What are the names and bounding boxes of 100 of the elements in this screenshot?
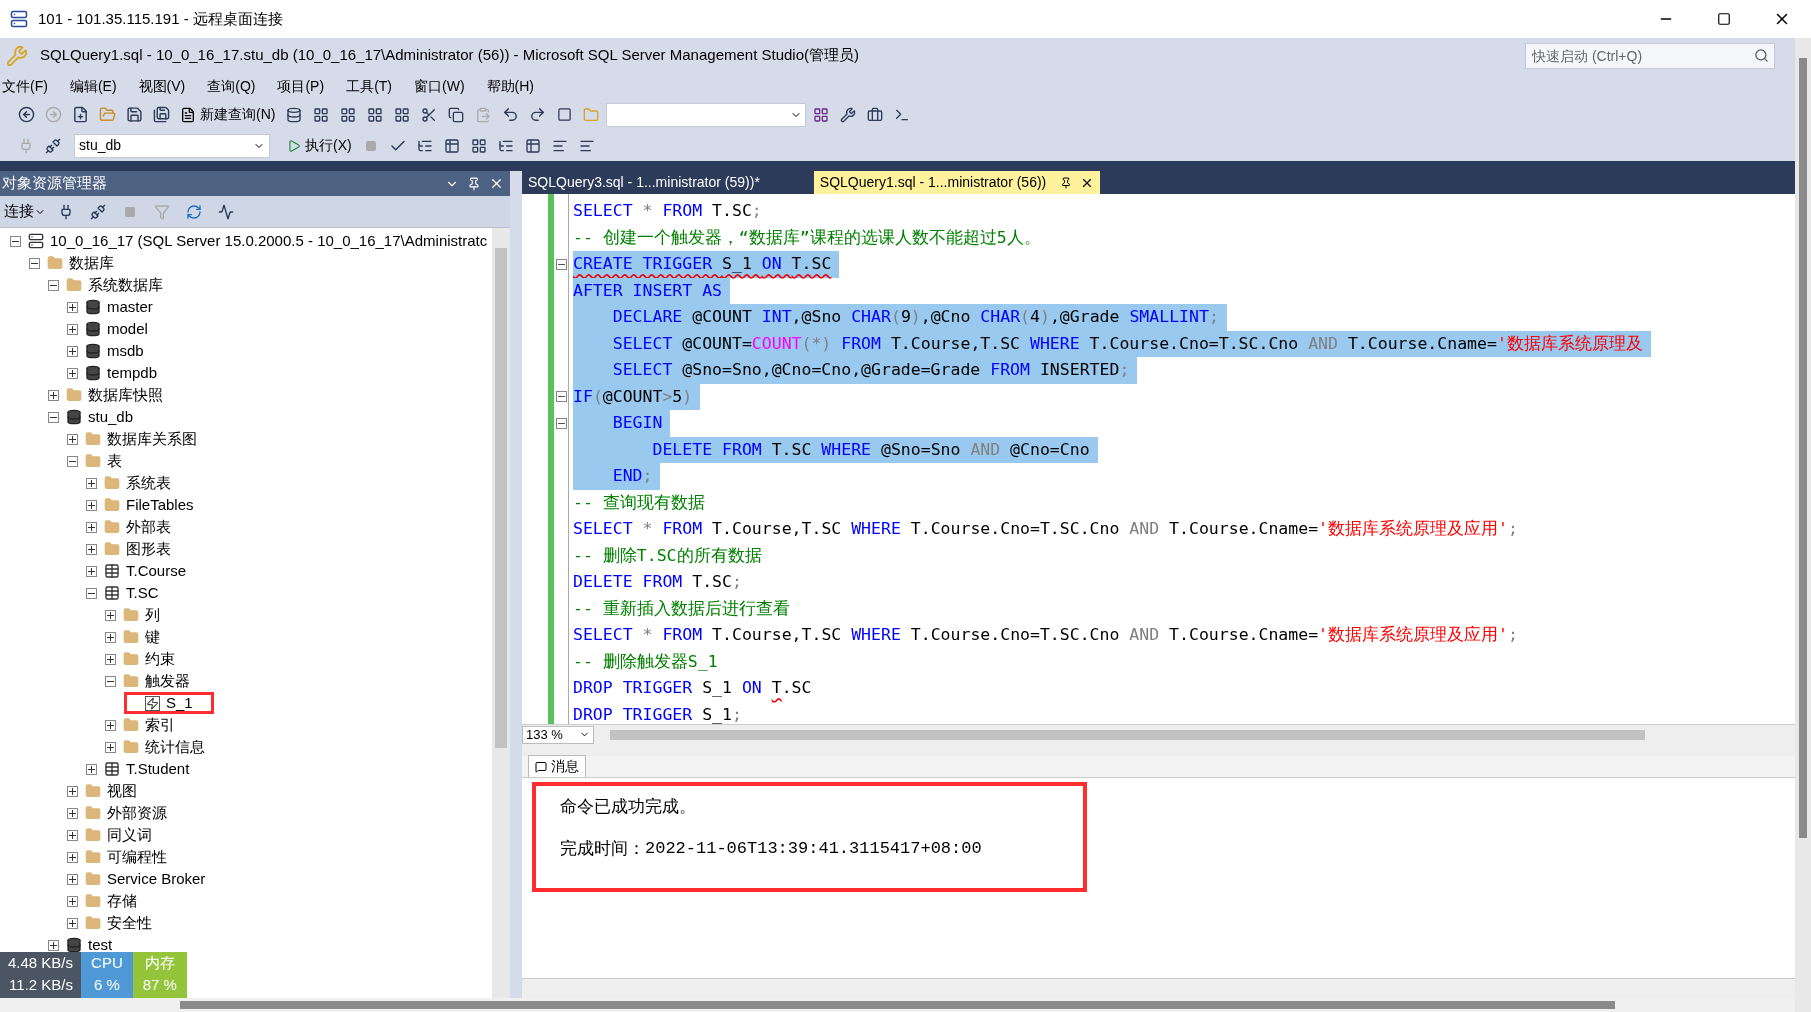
- tree-item[interactable]: 约束: [145, 647, 175, 671]
- database-icon: [66, 937, 82, 953]
- connect-button[interactable]: 连接: [4, 200, 46, 223]
- expand-toggle[interactable]: [67, 829, 78, 841]
- expand-toggle[interactable]: [67, 301, 78, 313]
- fold-toggle[interactable]: [555, 417, 567, 429]
- menu-item[interactable]: 文件(F): [2, 75, 48, 97]
- tree-item[interactable]: T.Student: [126, 757, 190, 781]
- expand-toggle[interactable]: [105, 653, 116, 665]
- expand-toggle[interactable]: [67, 917, 78, 929]
- menu-item[interactable]: 编辑(E): [69, 75, 117, 97]
- scrollbar[interactable]: [492, 228, 510, 998]
- code-line: SELECT * FROM T.Course,T.SC WHERE T.Course.Cno=T.SC.Cno AND T.Course.Cname='数据库系统原理及应用';: [573, 518, 1519, 540]
- maximize-icon[interactable]: [1717, 12, 1731, 26]
- menu-item[interactable]: 窗口(W): [414, 75, 465, 97]
- tree-item[interactable]: 表: [107, 449, 122, 473]
- document-tab[interactable]: SQLQuery1.sql - 1...ministrator (56)): [813, 171, 1101, 194]
- tree-item[interactable]: 图形表: [126, 537, 171, 561]
- tree-item[interactable]: 数据库快照: [88, 383, 163, 407]
- expand-toggle[interactable]: [67, 807, 78, 819]
- tree-item[interactable]: 安全性: [107, 911, 152, 935]
- tree-item[interactable]: msdb: [107, 339, 144, 363]
- tree-item[interactable]: tempdb: [107, 361, 158, 385]
- quick-launch-field[interactable]: 快速启动 (Ctrl+Q): [1525, 42, 1775, 69]
- tree-item[interactable]: 10_0_16_17 (SQL Server 15.0.2000.5 - 10_0_16_17\Administratc: [50, 229, 488, 253]
- pin-icon[interactable]: [1060, 176, 1073, 189]
- folder-icon: [85, 805, 101, 821]
- tree-item[interactable]: 键: [145, 625, 160, 649]
- menu-item[interactable]: 工具(T): [346, 75, 392, 97]
- collapse-toggle[interactable]: [67, 455, 78, 467]
- collapse-toggle[interactable]: [29, 257, 40, 269]
- expand-toggle[interactable]: [67, 433, 78, 445]
- expand-toggle[interactable]: [67, 323, 78, 335]
- collapse-toggle[interactable]: [86, 587, 97, 599]
- expand-toggle[interactable]: [105, 741, 116, 753]
- expand-toggle[interactable]: [48, 939, 59, 951]
- tree-item[interactable]: 系统数据库: [88, 273, 163, 297]
- expand-toggle[interactable]: [67, 873, 78, 885]
- zoom-dropdown[interactable]: 133 %: [522, 725, 594, 744]
- menu-item[interactable]: 项目(P): [277, 75, 325, 97]
- tree-item[interactable]: 外部表: [126, 515, 171, 539]
- tree-item[interactable]: 存储: [107, 889, 137, 913]
- tree-item[interactable]: 列: [145, 603, 160, 627]
- expand-toggle[interactable]: [105, 609, 116, 621]
- expand-toggle[interactable]: [86, 521, 97, 533]
- code-line: -- 重新插入数据后进行查看: [573, 597, 791, 620]
- tree-item[interactable]: 外部资源: [107, 801, 167, 825]
- tree-item[interactable]: 触发器: [145, 669, 190, 693]
- horizontal-scrollbar[interactable]: [0, 998, 1795, 1012]
- tree-item[interactable]: T.Course: [126, 559, 187, 583]
- expand-toggle[interactable]: [86, 477, 97, 489]
- expand-toggle[interactable]: [86, 499, 97, 511]
- folder-icon: [104, 497, 120, 513]
- code-line: DROP TRIGGER S_1 ON T.SC: [573, 677, 813, 699]
- tree-item[interactable]: master: [107, 295, 153, 319]
- tree-item[interactable]: 同义词: [107, 823, 152, 847]
- tree-item[interactable]: stu_db: [88, 405, 134, 429]
- expand-toggle[interactable]: [105, 719, 116, 731]
- database-dropdown[interactable]: stu_db: [74, 133, 270, 158]
- close-icon[interactable]: [489, 176, 504, 191]
- folder-icon: [85, 827, 101, 843]
- collapse-toggle[interactable]: [48, 411, 59, 423]
- expand-toggle[interactable]: [86, 565, 97, 577]
- new-query-button[interactable]: 新建查询(N): [176, 102, 280, 127]
- execute-button[interactable]: 执行(X): [283, 133, 356, 158]
- tree-item[interactable]: 数据库: [69, 251, 114, 275]
- expand-toggle[interactable]: [67, 345, 78, 357]
- expand-toggle[interactable]: [86, 763, 97, 775]
- tree-item[interactable]: 统计信息: [145, 735, 205, 759]
- messages-tab[interactable]: 消息: [528, 755, 586, 777]
- tree-item[interactable]: FileTables: [126, 493, 194, 517]
- collapse-toggle[interactable]: [48, 279, 59, 291]
- fold-toggle[interactable]: [555, 391, 567, 403]
- expand-toggle[interactable]: [67, 851, 78, 863]
- menu-item[interactable]: 视图(V): [138, 75, 186, 97]
- tree-item[interactable]: T.SC: [126, 581, 159, 605]
- fold-toggle[interactable]: [555, 258, 567, 270]
- tree-item[interactable]: S_1: [166, 691, 193, 715]
- expand-toggle[interactable]: [86, 543, 97, 555]
- tree-item[interactable]: 索引: [145, 713, 175, 737]
- expand-toggle[interactable]: [67, 785, 78, 797]
- collapse-toggle[interactable]: [105, 675, 116, 687]
- folder-icon: [123, 651, 139, 667]
- expand-toggle[interactable]: [105, 631, 116, 643]
- expand-toggle[interactable]: [48, 389, 59, 401]
- folder-icon: [66, 277, 82, 293]
- tree-item[interactable]: 系统表: [126, 471, 171, 495]
- folder-icon: [85, 915, 101, 931]
- tree-item[interactable]: 可编程性: [107, 845, 167, 869]
- tree-item[interactable]: model: [107, 317, 148, 341]
- scrollbar[interactable]: [1795, 38, 1811, 1012]
- tree-item[interactable]: 视图: [107, 779, 137, 803]
- expand-toggle[interactable]: [67, 367, 78, 379]
- code-line: -- 删除触发器S_1: [573, 650, 719, 673]
- menu-item[interactable]: 查询(Q): [207, 75, 256, 97]
- collapse-toggle[interactable]: [10, 235, 21, 247]
- tree-item[interactable]: 数据库关系图: [107, 427, 197, 451]
- menu-item[interactable]: 帮助(H): [486, 75, 534, 97]
- tree-item[interactable]: Service Broker: [107, 867, 206, 891]
- expand-toggle[interactable]: [67, 895, 78, 907]
